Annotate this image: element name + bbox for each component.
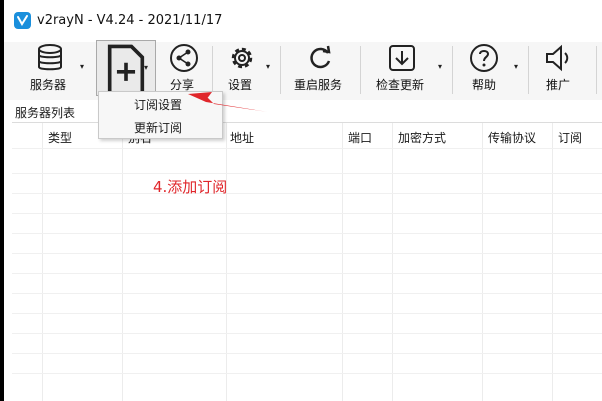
toolbar-separator [596,46,597,94]
servers-dropdown-arrow[interactable]: ▾ [80,62,84,71]
check-update-label: 检查更新 [376,78,425,92]
toolbar-separator [452,46,453,94]
toolbar-separator [212,46,213,94]
row-divider [12,213,602,214]
speaker-icon [546,44,569,72]
column-header-transport[interactable]: 传输协议 [488,129,536,146]
settings-dropdown-arrow[interactable]: ▾ [266,62,270,71]
share-icon [170,44,198,72]
column-divider [392,123,393,401]
row-divider [12,233,602,234]
refresh-icon [310,45,331,69]
annotation-text: 4.添加订阅 [153,178,228,196]
check-update-button[interactable]: 检查更新 [374,42,430,100]
help-label: 帮助 [472,78,497,92]
column-header-type[interactable]: 类型 [48,129,72,146]
promote-button[interactable]: 推广 [540,42,580,100]
gear-icon [231,47,253,69]
row-divider [12,373,602,374]
subscribe-dropdown-arrow[interactable]: ▾ [144,63,148,72]
window-title: v2rayN - V4.24 - 2021/11/17 [37,13,223,28]
toolbar-separator [360,46,361,94]
promote-label: 推广 [546,78,571,92]
row-divider [12,253,602,254]
subscribe-button[interactable]: 订阅 ▾ [96,40,156,118]
column-divider [342,123,343,401]
column-header-address[interactable]: 地址 [230,129,254,146]
row-divider [12,273,602,274]
column-header-encryption[interactable]: 加密方式 [398,129,446,146]
row-divider [12,313,602,314]
servers-label: 服务器 [30,78,67,92]
column-divider [552,123,553,401]
menu-item-update-subscription[interactable]: 更新订阅 [134,119,182,136]
header-divider [12,148,602,149]
toolbar-separator [528,46,529,94]
server-table[interactable]: 类型 别名 地址 端口 加密方式 传输协议 订阅 [12,122,602,401]
update-dropdown-arrow[interactable]: ▾ [438,62,442,71]
column-divider [42,123,43,401]
restart-service-button[interactable]: 重启服务 [292,42,348,100]
servers-button[interactable]: 服务器 [24,42,72,100]
toolbar: 服务器 ▾ 订阅 ▾ 分享 [4,40,602,118]
red-arrow-icon [188,92,268,112]
help-dropdown-arrow[interactable]: ▾ [514,62,518,71]
help-button[interactable]: 帮助 [468,42,508,100]
toolbar-separator [280,46,281,94]
column-header-port[interactable]: 端口 [348,129,372,146]
server-list-header: 服务器列表 [4,100,602,122]
restart-service-label: 重启服务 [294,78,343,92]
title-bar: v2rayN - V4.24 - 2021/11/17 [4,0,602,42]
database-icon [38,44,62,71]
column-divider [122,123,123,401]
server-list-title: 服务器列表 [15,106,76,120]
v2rayn-logo-icon [14,12,31,29]
column-header-subscription[interactable]: 订阅 [558,129,582,146]
download-icon [389,45,415,71]
column-divider [226,123,227,401]
column-divider [482,123,483,401]
row-divider [12,333,602,334]
menu-item-subscription-settings[interactable]: 订阅设置 [134,96,182,113]
row-divider [12,173,602,174]
app-window: v2rayN - V4.24 - 2021/11/17 服务器 ▾ 订阅 ▾ [4,0,602,401]
row-divider [12,353,602,354]
help-icon [470,44,498,72]
row-divider [12,193,602,194]
row-divider [12,293,602,294]
